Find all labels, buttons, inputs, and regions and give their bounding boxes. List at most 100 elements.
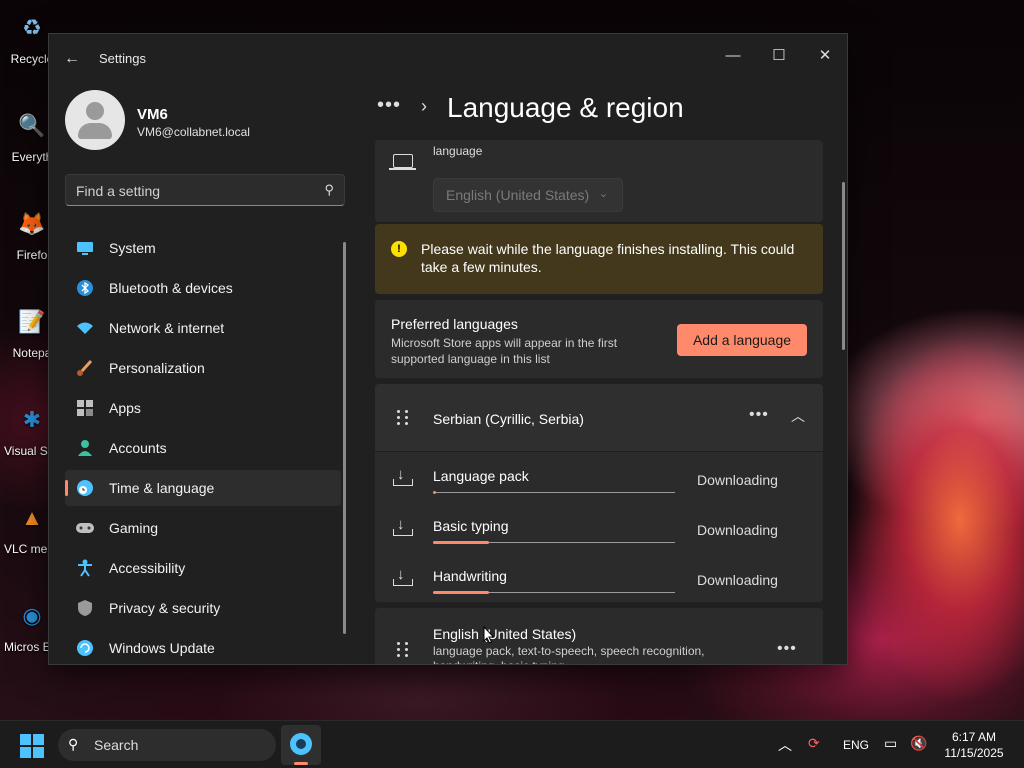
language-name: English (United States)	[433, 626, 577, 642]
download-icon: ↓	[393, 566, 413, 588]
taskbar-search[interactable]: ⚲ Search	[58, 729, 276, 761]
taskbar-search-label: Search	[94, 737, 139, 753]
preferred-languages-heading: Preferred languages	[391, 316, 518, 332]
sidebar-item-system[interactable]: System	[65, 230, 341, 266]
app-icon: 🦊	[18, 211, 46, 236]
drag-handle-icon[interactable]	[397, 642, 409, 658]
sync-alert-icon[interactable]: ⟳	[808, 735, 820, 752]
minimize-button[interactable]: —	[713, 40, 753, 70]
app-icon: 📝	[18, 309, 46, 334]
search-icon[interactable]: ⚲	[324, 182, 334, 198]
sidebar-item-accounts[interactable]: Accounts	[65, 430, 341, 466]
language-card-header[interactable]: Serbian (Cyrillic, Serbia) ••• ︿	[375, 384, 823, 452]
start-button[interactable]	[20, 734, 44, 758]
back-button[interactable]: ←	[61, 48, 83, 70]
app-icon: ♻	[22, 15, 42, 40]
download-progress-fill	[433, 591, 489, 594]
search-box[interactable]: ⚲	[65, 174, 345, 206]
avatar-head	[86, 102, 104, 120]
chevron-right-icon: ›	[421, 96, 427, 116]
feature-name: Handwriting	[433, 568, 507, 584]
sidebar-item-privacy-security[interactable]: Privacy & security	[65, 590, 341, 626]
avatar[interactable]	[65, 90, 125, 150]
more-options-button[interactable]: •••	[777, 640, 797, 658]
sidebar-item-windows-update[interactable]: Windows Update	[65, 630, 341, 664]
input-language-indicator[interactable]: ENG	[843, 738, 869, 752]
avatar-body	[78, 123, 112, 139]
warning-icon: !	[391, 241, 407, 257]
language-card-english[interactable]: English (United States) language pack, t…	[375, 608, 823, 664]
title-bar: ← Settings — ☐ ✕	[49, 34, 847, 82]
person-icon	[75, 438, 95, 458]
language-feature-row: ↓ Handwriting Downloading	[375, 554, 823, 604]
monitor-icon	[75, 238, 95, 258]
download-icon: ↓	[393, 516, 413, 538]
sidebar-item-bluetooth-devices[interactable]: Bluetooth & devices	[65, 270, 341, 306]
volume-muted-icon[interactable]: 🔇	[910, 735, 927, 752]
network-icon[interactable]: ▭	[884, 735, 897, 752]
display-language-value: English (United States)	[446, 187, 590, 203]
clock-date: 11/15/2025	[944, 746, 1004, 760]
page-title: Language & region	[447, 92, 684, 123]
close-icon: ✕	[818, 47, 832, 64]
sidebar-item-label: Privacy & security	[109, 600, 221, 616]
laptop-icon	[389, 154, 416, 170]
download-progress-bar	[433, 591, 675, 594]
feature-status: Downloading	[697, 522, 778, 538]
sidebar-item-label: Bluetooth & devices	[109, 280, 233, 296]
clock-time: 6:17 AM	[951, 730, 997, 744]
download-progress-fill	[433, 541, 489, 544]
sidebar-item-time-language[interactable]: Time & language	[65, 470, 341, 506]
feature-name: Language pack	[433, 468, 529, 484]
apps-icon	[75, 398, 95, 418]
update-icon	[75, 638, 95, 658]
active-app-indicator	[294, 762, 308, 765]
sidebar-item-label: Apps	[109, 400, 141, 416]
app-icon: ▲	[21, 505, 43, 530]
breadcrumb-more-button[interactable]: •••	[377, 94, 401, 117]
app-icon: ◉	[22, 603, 42, 628]
search-input[interactable]	[76, 181, 306, 201]
sidebar-item-accessibility[interactable]: Accessibility	[65, 550, 341, 586]
language-name: Serbian (Cyrillic, Serbia)	[433, 411, 584, 427]
add-language-button[interactable]: Add a language	[677, 324, 807, 356]
more-options-button[interactable]: •••	[749, 406, 769, 424]
close-button[interactable]: ✕	[805, 40, 845, 70]
sidebar-item-personalization[interactable]: Personalization	[65, 350, 341, 386]
maximize-icon: ☐	[772, 47, 786, 64]
feature-status: Downloading	[697, 472, 778, 488]
app-icon: 🔍	[18, 113, 46, 138]
globe-clock-icon	[75, 478, 95, 498]
controller-icon	[75, 518, 95, 538]
content-scrollbar[interactable]	[842, 182, 845, 350]
sidebar-item-gaming[interactable]: Gaming	[65, 510, 341, 546]
download-progress-bar	[433, 541, 675, 544]
shield-icon	[75, 598, 95, 618]
wifi-icon	[75, 318, 95, 338]
sidebar-scrollbar[interactable]	[343, 242, 346, 634]
drag-handle-icon[interactable]	[397, 410, 409, 426]
minimize-icon: —	[725, 46, 741, 64]
maximize-button[interactable]: ☐	[759, 40, 799, 70]
chevron-up-icon[interactable]: ︿	[778, 735, 792, 755]
feature-name: Basic typing	[433, 518, 509, 534]
content-pane: language English (United States) ⌄ ! Ple…	[375, 140, 823, 664]
preferred-languages-subtext: Microsoft Store apps will appear in the …	[391, 336, 618, 366]
install-info-bar: ! Please wait while the language finishe…	[375, 224, 823, 294]
windows-display-language-card: language English (United States) ⌄	[375, 140, 823, 222]
sidebar-item-apps[interactable]: Apps	[65, 390, 341, 426]
clock[interactable]: 6:17 AM 11/15/2025	[938, 729, 1010, 761]
bluetooth-icon	[75, 278, 95, 298]
taskbar-settings-app[interactable]	[281, 725, 321, 765]
arrow-left-icon: ←	[64, 50, 80, 67]
chevron-up-icon[interactable]: ︿	[791, 406, 805, 426]
download-progress-fill	[433, 491, 436, 494]
accessibility-icon	[75, 558, 95, 578]
sidebar-item-network-internet[interactable]: Network & internet	[65, 310, 341, 346]
language-feature-row: ↓ Basic typing Downloading	[375, 504, 823, 554]
user-name: VM6	[137, 106, 168, 123]
brush-icon	[75, 358, 95, 378]
preferred-languages-card: Preferred languages Microsoft Store apps…	[375, 300, 823, 378]
sidebar-item-label: Accessibility	[109, 560, 186, 576]
settings-gear-icon	[290, 733, 312, 755]
